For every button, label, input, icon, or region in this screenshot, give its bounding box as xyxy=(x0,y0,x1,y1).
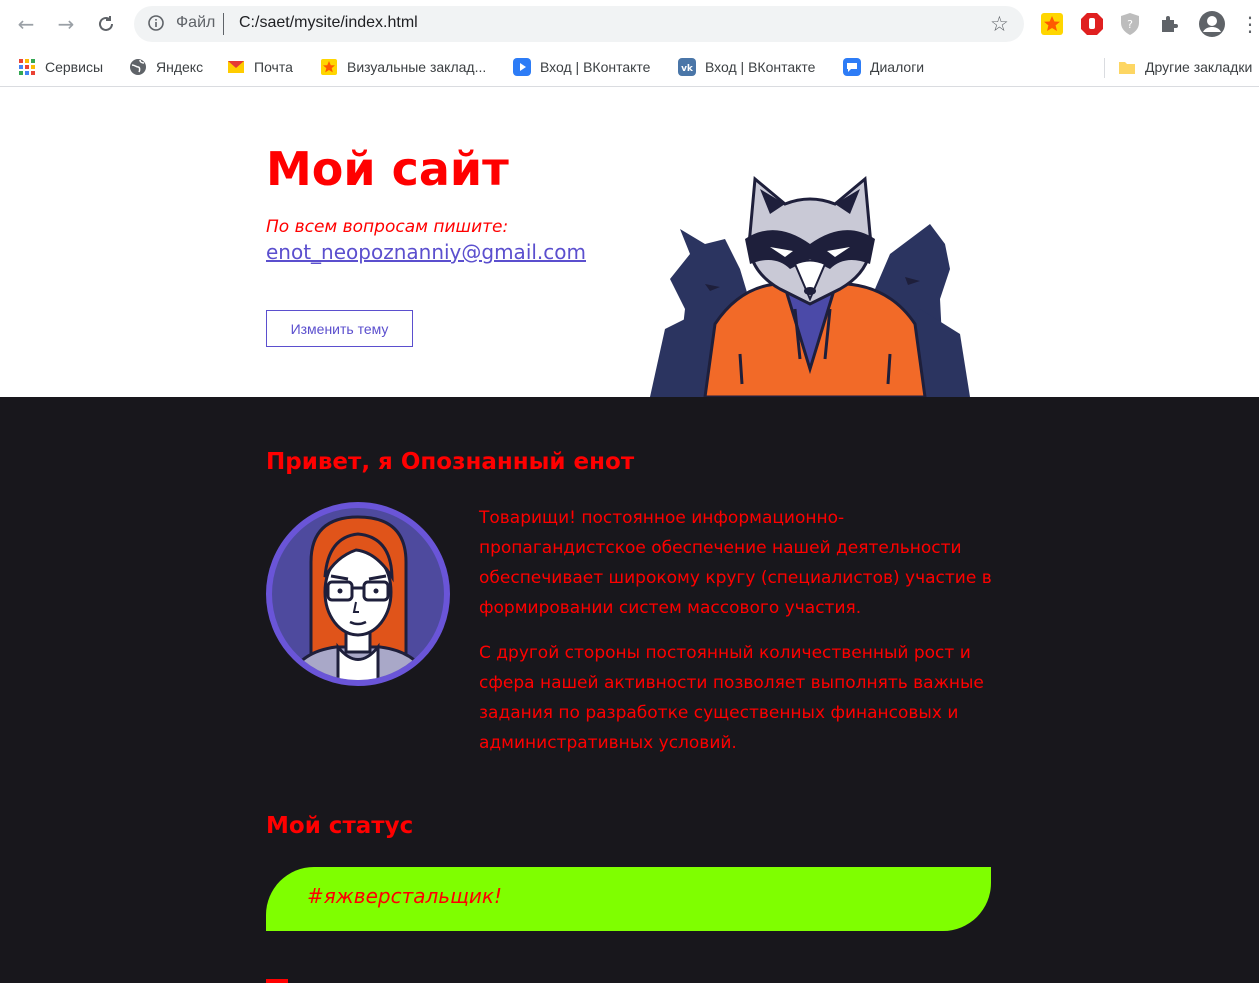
raccoon-illustration xyxy=(650,176,970,397)
contact-label: По всем вопросам пишите: xyxy=(266,217,509,237)
mail-icon xyxy=(228,61,244,73)
about-text: Товарищи! постоянное информационно-пропа… xyxy=(479,503,999,773)
star-tab-icon xyxy=(321,59,337,75)
chat-icon xyxy=(843,58,861,76)
about-paragraph: С другой стороны постоянный количественн… xyxy=(479,643,984,753)
email-link[interactable]: enot_neopoznanniy@gmail.com xyxy=(266,240,586,264)
vk-icon: vk xyxy=(678,58,696,76)
folder-icon xyxy=(1119,62,1135,74)
bookmark-visual[interactable]: Визуальные заклад... xyxy=(320,56,486,78)
address-bar[interactable]: Файл C:/saet/mysite/index.html ☆ xyxy=(134,6,1024,42)
site-header: Мой сайт По всем вопросам пишите: enot_n… xyxy=(0,87,1259,397)
about-section: Привет, я Опознанный енот Товарищи! пост… xyxy=(0,397,1259,983)
about-paragraph: Товарищи! постоянное информационно-пропа… xyxy=(479,508,992,618)
svg-text:?: ? xyxy=(1127,18,1133,31)
avatar xyxy=(266,502,450,686)
next-section-heading-cut xyxy=(266,974,296,983)
bookmark-vk-login-2[interactable]: vk Вход | ВКонтакте xyxy=(678,56,815,78)
status-title: Мой статус xyxy=(266,813,414,839)
bookmark-label: Сервисы xyxy=(45,59,104,75)
address-url[interactable]: C:/saet/mysite/index.html xyxy=(239,14,418,32)
apps-grid-icon xyxy=(19,59,35,75)
shield-icon[interactable]: ? xyxy=(1118,12,1142,36)
extensions-puzzle-icon[interactable] xyxy=(1158,12,1182,36)
bookmark-star-icon[interactable]: ☆ xyxy=(990,12,1009,36)
extension-star-icon[interactable] xyxy=(1040,12,1064,36)
bookmark-label: Визуальные заклад... xyxy=(347,59,487,75)
svg-text:vk: vk xyxy=(681,64,694,74)
adblock-icon[interactable] xyxy=(1080,12,1104,36)
play-icon xyxy=(513,58,531,76)
browser-toolbar: ← → Файл C:/saet/mysite/index.html ☆ ? ⋮ xyxy=(0,0,1259,48)
forward-icon[interactable]: → xyxy=(52,10,80,38)
menu-icon[interactable]: ⋮ xyxy=(1236,10,1259,38)
bookmarks-divider xyxy=(1104,58,1105,78)
reload-icon[interactable] xyxy=(92,10,120,38)
about-title: Привет, я Опознанный енот xyxy=(266,449,635,475)
status-badge: #яжверстальщик! xyxy=(266,867,991,931)
bookmark-label: Яндекс xyxy=(156,59,204,75)
bookmark-label: Почта xyxy=(254,59,293,75)
globe-icon xyxy=(130,59,146,75)
bookmark-mail[interactable]: Почта xyxy=(227,56,293,78)
back-icon[interactable]: ← xyxy=(12,10,40,38)
page-title: Мой сайт xyxy=(266,142,509,196)
bookmarks-bar: Сервисы Яндекс Почта Визуальные заклад..… xyxy=(0,48,1259,87)
address-separator xyxy=(223,13,224,35)
bookmark-yandex[interactable]: Яндекс xyxy=(129,56,203,78)
status-text: #яжверстальщик! xyxy=(307,884,502,908)
bookmark-other-folder[interactable]: Другие закладки xyxy=(1118,56,1252,78)
info-icon[interactable] xyxy=(148,15,164,31)
heading-fragment xyxy=(266,979,288,983)
address-scheme: Файл xyxy=(176,14,216,31)
bookmark-dialogs[interactable]: Диалоги xyxy=(843,56,924,78)
bookmark-label: Вход | ВКонтакте xyxy=(540,59,651,75)
bookmark-vk-login-1[interactable]: Вход | ВКонтакте xyxy=(513,56,650,78)
bookmark-label: Диалоги xyxy=(870,59,925,75)
web-page: Мой сайт По всем вопросам пишите: enot_n… xyxy=(0,87,1259,983)
bookmark-services[interactable]: Сервисы xyxy=(18,56,103,78)
bookmark-label: Другие закладки xyxy=(1145,59,1253,75)
profile-avatar-icon[interactable] xyxy=(1198,10,1226,38)
change-theme-button[interactable]: Изменить тему xyxy=(266,310,413,347)
bookmark-label: Вход | ВКонтакте xyxy=(705,59,816,75)
